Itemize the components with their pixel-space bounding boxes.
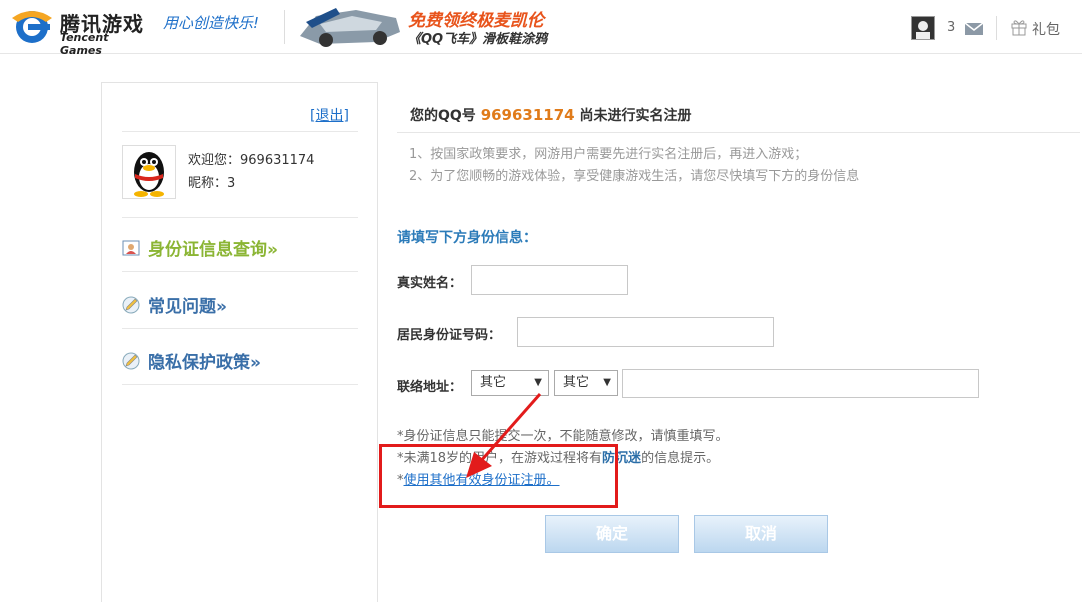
qq-number: 969631174 bbox=[480, 106, 575, 124]
notice-line-1: 1、按国家政策要求，网游用户需要先进行实名注册后，再进入游戏； bbox=[409, 147, 808, 162]
race-car-image bbox=[300, 8, 400, 47]
tencent-games-logo[interactable]: 腾讯游戏 Tencent Games bbox=[10, 6, 152, 57]
slogan: 用心创造快乐! bbox=[163, 14, 260, 32]
sidebar-link-id-query[interactable]: 身份证信息查询» bbox=[122, 235, 278, 260]
sidebar-divider bbox=[122, 271, 358, 272]
dropdown-arrow-icon: ▼ bbox=[603, 377, 611, 388]
page-title: 您的QQ号 969631174 尚未进行实名注册 bbox=[410, 105, 692, 125]
city-selected-value: 其它 bbox=[563, 375, 590, 390]
sidebar-divider bbox=[122, 328, 358, 329]
logo-english-text: Tencent Games bbox=[60, 31, 109, 57]
top-bar: 腾讯游戏 Tencent Games 用心创造快乐! 免费领终极麦凯伦 《QQ飞… bbox=[0, 0, 1082, 57]
sidebar-link-label: 身份证信息查询» bbox=[148, 240, 278, 260]
promo-banner[interactable]: 免费领终极麦凯伦 《QQ飞车》滑板鞋涂鸦 bbox=[296, 0, 576, 52]
address-input[interactable] bbox=[622, 369, 979, 398]
sidebar-divider bbox=[122, 217, 358, 218]
gift-label[interactable]: 礼包 bbox=[1032, 19, 1060, 39]
id-number-input[interactable] bbox=[517, 317, 774, 347]
sidebar-divider bbox=[122, 384, 358, 385]
gift-icon[interactable] bbox=[1010, 18, 1028, 36]
confirm-button[interactable]: 确定 bbox=[545, 515, 679, 553]
logout-link[interactable]: [退出] bbox=[310, 105, 349, 125]
sidebar-link-faq[interactable]: 常见问题» bbox=[122, 292, 227, 317]
cancel-button[interactable]: 取消 bbox=[694, 515, 828, 553]
user-avatar-small[interactable] bbox=[911, 16, 935, 40]
tencent-logo-icon bbox=[12, 11, 52, 43]
welcome-text: 欢迎您：969631174 bbox=[188, 153, 315, 168]
sidebar-link-label: 常见问题» bbox=[148, 297, 227, 317]
penguin-icon bbox=[134, 152, 164, 197]
title-prefix: 您的QQ号 bbox=[410, 108, 476, 124]
qq-penguin-avatar bbox=[122, 145, 176, 199]
sidebar-link-label: 隐私保护政策» bbox=[148, 353, 261, 373]
promo-subline: 《QQ飞车》滑板鞋涂鸦 bbox=[408, 32, 548, 47]
pencil-note-icon bbox=[122, 296, 140, 314]
real-name-input[interactable] bbox=[471, 265, 628, 295]
avatar-icon bbox=[916, 21, 930, 39]
id-number-label: 居民身份证号码： bbox=[397, 328, 502, 343]
tip2-suffix: 的信息提示。 bbox=[641, 451, 720, 466]
city-select[interactable]: 其它 ▼ bbox=[554, 370, 618, 396]
mail-icon[interactable] bbox=[964, 20, 984, 36]
message-count: 3 bbox=[947, 20, 956, 35]
title-divider bbox=[397, 132, 1080, 133]
sidebar-link-privacy[interactable]: 隐私保护政策» bbox=[122, 348, 261, 373]
nickname-text: 昵称：3 bbox=[188, 176, 236, 191]
title-suffix: 尚未进行实名注册 bbox=[579, 108, 692, 124]
header-divider-right bbox=[996, 16, 997, 40]
sidebar-divider bbox=[122, 131, 358, 132]
pencil-note-icon bbox=[122, 352, 140, 370]
id-card-icon bbox=[122, 240, 140, 256]
real-name-label: 真实姓名： bbox=[397, 276, 463, 291]
notice-line-2: 2、为了您顺畅的游戏体验，享受健康游戏生活，请您尽快填写下方的身份信息 bbox=[409, 169, 860, 184]
annotation-arrow-icon bbox=[466, 393, 542, 478]
form-section-heading: 请填写下方身份信息： bbox=[397, 230, 537, 246]
province-selected-value: 其它 bbox=[480, 375, 507, 390]
header-divider bbox=[284, 10, 285, 44]
sidebar: [退出] 欢迎您：969631174 昵称：3 身份证信息查询» 常见问题» 隐… bbox=[101, 82, 378, 602]
